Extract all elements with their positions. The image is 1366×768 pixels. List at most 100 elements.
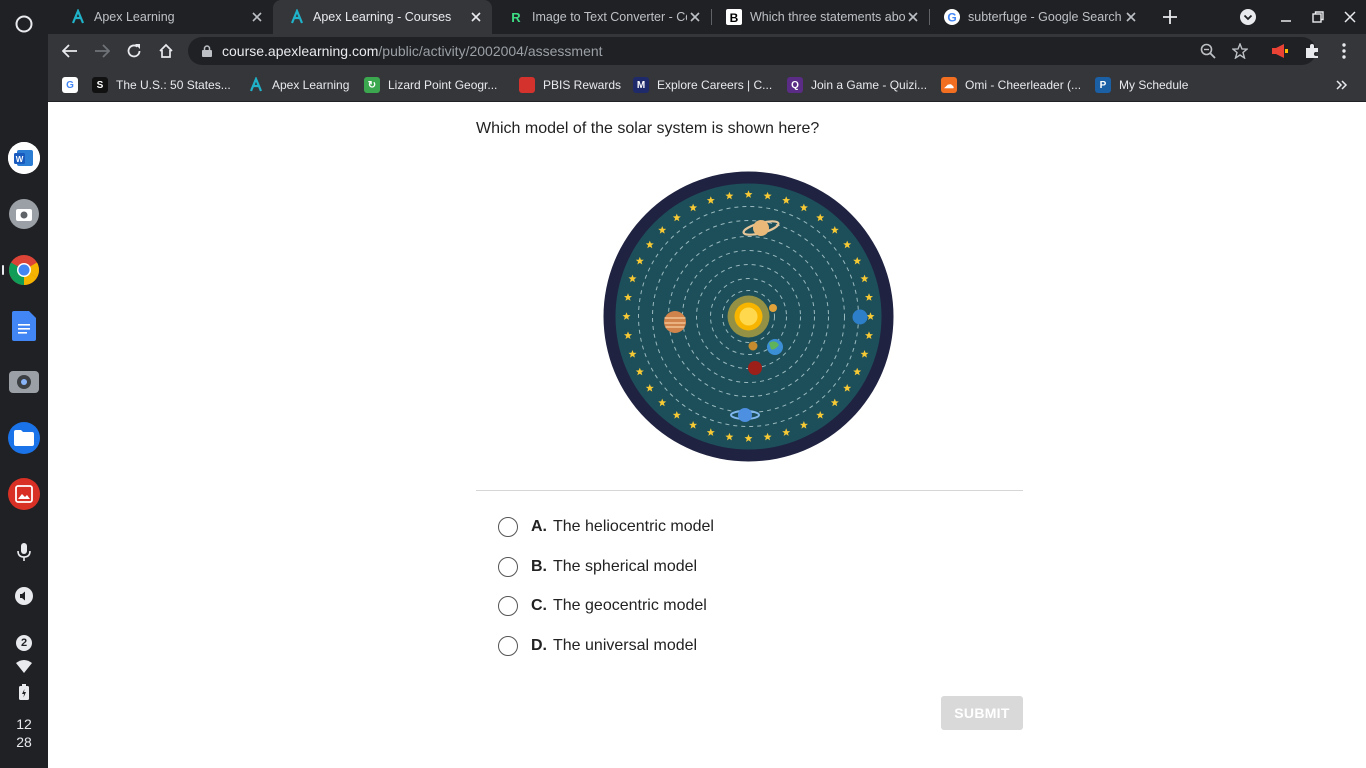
minimize-button[interactable] — [1272, 3, 1300, 31]
address-bar[interactable]: course.apexlearning.com/public/activity/… — [188, 37, 1316, 65]
browser-toolbar: course.apexlearning.com/public/activity/… — [48, 34, 1366, 68]
close-tab-icon[interactable] — [249, 9, 265, 25]
zoom-icon[interactable] — [1200, 43, 1216, 59]
bookmark-quizizz[interactable]: Q Join a Game - Quizi... — [787, 76, 927, 94]
chrome-app[interactable] — [8, 254, 40, 286]
launcher-icon — [15, 15, 33, 33]
tab-title: Image to Text Converter - Co — [532, 10, 687, 24]
audio-icon — [15, 587, 33, 605]
battery-status[interactable] — [8, 676, 40, 708]
bookmark-pbis[interactable]: PBIS Rewards — [519, 76, 621, 94]
tab-image-to-text[interactable]: R Image to Text Converter - Co — [492, 0, 711, 34]
bookmark-explore-careers[interactable]: M Explore Careers | C... — [633, 76, 772, 94]
submit-button[interactable]: SUBMIT — [941, 696, 1023, 730]
word-app[interactable]: W — [8, 142, 40, 174]
camera-app[interactable] — [8, 198, 40, 230]
bookmark-us-states[interactable]: S The U.S.: 50 States... — [92, 76, 231, 94]
arrow-left-icon — [62, 44, 77, 58]
clock-minute: 28 — [16, 734, 32, 750]
camera2-app[interactable] — [8, 366, 40, 398]
browser-menu-button[interactable] — [1330, 37, 1358, 65]
extensions-button[interactable] — [1298, 37, 1326, 65]
brainly-icon: B — [726, 9, 742, 25]
bookmark-label: Lizard Point Geogr... — [388, 78, 498, 92]
bookmark-soundcloud[interactable]: ☁ Omi - Cheerleader (... — [941, 76, 1081, 94]
launcher-button[interactable] — [8, 8, 40, 40]
system-clock[interactable]: 12 28 — [0, 715, 48, 751]
close-window-button[interactable] — [1336, 3, 1364, 31]
radio-button[interactable] — [498, 636, 518, 656]
puzzle-icon — [1306, 44, 1318, 58]
clock-hour: 12 — [16, 716, 32, 732]
tab-title: subterfuge - Google Search — [968, 10, 1122, 24]
bookmark-label: Join a Game - Quizi... — [811, 78, 928, 92]
svg-text:G: G — [947, 11, 956, 25]
bookmark-label: Explore Careers | C... — [657, 78, 773, 92]
radio-button[interactable] — [498, 517, 518, 537]
google-apps-bookmark[interactable]: G — [62, 76, 86, 94]
bookmark-apex[interactable]: Apex Learning — [248, 76, 349, 94]
svg-text:W: W — [16, 155, 24, 164]
restore-button[interactable] — [1304, 3, 1332, 31]
minimize-icon — [1281, 20, 1291, 22]
files-app[interactable] — [8, 422, 40, 454]
tab-search-button[interactable] — [1234, 3, 1262, 31]
folder-icon — [14, 430, 34, 446]
reload-button[interactable] — [120, 37, 148, 65]
close-tab-icon[interactable] — [905, 9, 921, 25]
close-tab-icon[interactable] — [687, 9, 703, 25]
media-button[interactable] — [8, 580, 40, 612]
battery-icon — [19, 684, 29, 700]
url-domain: course.apexlearning.com — [222, 43, 379, 59]
apex-icon — [248, 77, 264, 93]
r-icon: R — [508, 9, 524, 25]
new-tab-button[interactable] — [1156, 3, 1184, 31]
answer-option-d[interactable]: D. The universal model — [498, 634, 697, 658]
tab-brainly[interactable]: B Which three statements abo — [710, 0, 929, 34]
radio-button[interactable] — [498, 596, 518, 616]
more-bookmarks-button[interactable] — [1336, 76, 1348, 94]
option-letter: C. — [531, 597, 547, 614]
gallery-app[interactable] — [8, 478, 40, 510]
planet-mars — [748, 361, 762, 375]
tab-apex-courses[interactable]: Apex Learning - Courses — [273, 0, 492, 34]
voice-button[interactable] — [8, 536, 40, 568]
chevron-down-icon — [1240, 9, 1256, 25]
active-app-indicator — [2, 265, 4, 275]
answer-option-b[interactable]: B. The spherical model — [498, 555, 697, 579]
answer-option-a[interactable]: A. The heliocentric model — [498, 515, 714, 539]
radio-button[interactable] — [498, 557, 518, 577]
explore-careers-icon: M — [633, 77, 649, 93]
bookmark-my-schedule[interactable]: P My Schedule — [1095, 76, 1188, 94]
kebab-menu-icon — [1342, 43, 1346, 59]
answer-option-c[interactable]: C. The geocentric model — [498, 594, 707, 618]
svg-text:R: R — [511, 10, 521, 25]
tab-title: Apex Learning — [94, 10, 175, 24]
bookmark-label: Apex Learning — [272, 78, 350, 92]
plus-icon — [1163, 10, 1177, 24]
google-icon: G — [62, 77, 78, 93]
lizard-point-icon: ↻ — [364, 77, 380, 93]
option-letter: D. — [531, 637, 547, 654]
home-button[interactable] — [152, 37, 180, 65]
forward-button[interactable] — [88, 37, 116, 65]
bookmark-label: Omi - Cheerleader (... — [965, 78, 1082, 92]
url-path: /public/activity/2002004/assessment — [378, 43, 603, 59]
close-tab-icon[interactable] — [468, 9, 484, 25]
docs-app[interactable] — [8, 310, 40, 342]
back-button[interactable] — [56, 37, 84, 65]
extension-megaphone-button[interactable] — [1266, 37, 1294, 65]
bookmark-lizard-point[interactable]: ↻ Lizard Point Geogr... — [364, 76, 497, 94]
bookmark-label: My Schedule — [1119, 78, 1189, 92]
bookmark-star-icon[interactable] — [1232, 43, 1248, 59]
close-tab-icon[interactable] — [1123, 9, 1139, 25]
assessment-page: Which model of the solar system is shown… — [48, 103, 1366, 768]
tab-apex-learning[interactable]: Apex Learning — [54, 0, 273, 34]
video-camera-icon — [9, 371, 39, 393]
tab-google-search[interactable]: G subterfuge - Google Search — [928, 0, 1147, 34]
solar-system-illustration — [603, 171, 894, 462]
bookmark-favicon: S — [92, 77, 108, 93]
chrome-icon — [8, 255, 40, 285]
microphone-icon — [17, 543, 31, 561]
reload-icon — [127, 44, 141, 58]
